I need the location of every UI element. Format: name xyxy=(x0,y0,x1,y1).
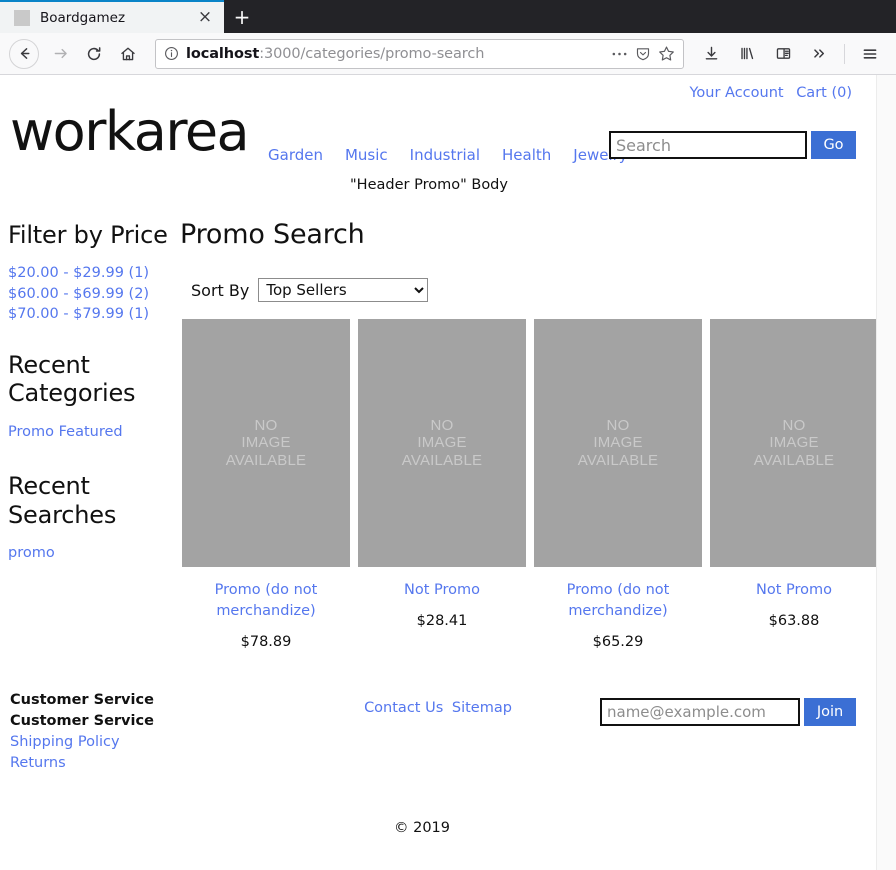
email-field[interactable] xyxy=(600,698,800,727)
ellipsis-icon[interactable] xyxy=(611,51,628,57)
url-text[interactable]: localhost:3000/categories/promo-search xyxy=(186,46,604,62)
product-name-link[interactable]: Promo (do not merchandize) xyxy=(534,580,702,622)
page-viewport: Your Account Cart (0) workarea Garden Mu… xyxy=(0,75,896,870)
main-navigation: Garden Music Industrial Health Jewelry xyxy=(268,146,628,164)
product-price: $65.29 xyxy=(592,634,644,651)
page-icon xyxy=(14,9,30,26)
product-name-link[interactable]: Not Promo xyxy=(710,580,878,601)
sort-by-select[interactable]: Top Sellers xyxy=(258,278,429,302)
product-image-placeholder[interactable]: NO IMAGE AVAILABLE xyxy=(710,319,878,567)
sidebar: Filter by Price $20.00 - $29.99 (1) $60.… xyxy=(0,221,180,650)
footer-email-signup: Join xyxy=(600,698,856,727)
product-card[interactable]: NO IMAGE AVAILABLE Promo (do not merchandi… xyxy=(534,319,702,650)
toolbar-divider xyxy=(844,43,845,64)
site-footer: Customer Service Customer Service Shippi… xyxy=(0,690,876,836)
page-title: Promo Search xyxy=(180,219,365,250)
tab-title: Boardgamez xyxy=(40,9,126,26)
account-links-row: Your Account Cart (0) xyxy=(0,75,876,101)
recent-categories-list: Promo Featured xyxy=(8,422,180,443)
copyright-text: © 2019 xyxy=(393,820,450,837)
product-image-placeholder[interactable]: NO IMAGE AVAILABLE xyxy=(182,319,350,567)
nav-item-garden[interactable]: Garden xyxy=(268,146,323,164)
info-circle-icon[interactable] xyxy=(164,46,179,61)
browser-navigation-bar: localhost:3000/categories/promo-search xyxy=(0,33,896,75)
url-path: :3000/categories/promo-search xyxy=(259,45,485,62)
site-search: Go xyxy=(609,131,856,159)
footer-link-returns[interactable]: Returns xyxy=(10,753,310,774)
join-button[interactable]: Join xyxy=(804,698,856,727)
page-content: Filter by Price $20.00 - $29.99 (1) $60.… xyxy=(0,193,878,650)
nav-item-health[interactable]: Health xyxy=(502,146,551,164)
pocket-shield-icon[interactable] xyxy=(635,46,651,62)
hamburger-menu-icon[interactable] xyxy=(853,37,887,71)
product-price: $28.41 xyxy=(416,613,468,630)
no-image-available-text: NO IMAGE AVAILABLE xyxy=(225,416,307,469)
price-filter-list: $20.00 - $29.99 (1) $60.00 - $69.99 (2) … xyxy=(8,263,180,325)
url-host: localhost xyxy=(186,45,260,62)
product-price: $78.89 xyxy=(240,634,292,651)
price-filter-item[interactable]: $70.00 - $79.99 (1) xyxy=(8,304,180,325)
library-icon[interactable] xyxy=(730,37,764,71)
cart-link[interactable]: Cart (0) xyxy=(796,85,852,101)
back-arrow-icon[interactable] xyxy=(9,38,39,69)
product-name-link[interactable]: Not Promo xyxy=(358,580,526,601)
recent-search-item[interactable]: promo xyxy=(8,543,180,564)
search-input[interactable] xyxy=(609,131,807,159)
sidebar-panel-icon[interactable] xyxy=(766,37,800,71)
recent-category-item[interactable]: Promo Featured xyxy=(8,422,180,443)
filter-by-price-heading: Filter by Price xyxy=(8,221,168,249)
forward-arrow-icon xyxy=(43,37,77,71)
product-name-link[interactable]: Promo (do not merchandize) xyxy=(182,580,350,622)
browser-chrome: Boardgamez × + localhost:3000/categories… xyxy=(0,0,896,75)
your-account-link[interactable]: Your Account xyxy=(689,85,783,101)
recent-searches-list: promo xyxy=(8,543,180,564)
double-chevron-icon[interactable] xyxy=(802,37,836,71)
site-logo[interactable]: workarea xyxy=(10,101,250,159)
home-icon[interactable] xyxy=(111,37,145,71)
no-image-available-text: NO IMAGE AVAILABLE xyxy=(577,416,659,469)
url-bar[interactable]: localhost:3000/categories/promo-search xyxy=(155,38,684,69)
new-tab-button[interactable]: + xyxy=(224,0,260,33)
sort-by-label: Sort By xyxy=(191,280,250,300)
download-icon[interactable] xyxy=(694,37,728,71)
recent-categories-heading: Recent Categories xyxy=(8,351,136,408)
product-card[interactable]: NO IMAGE AVAILABLE Not Promo $28.41 xyxy=(358,319,526,650)
product-card[interactable]: NO IMAGE AVAILABLE Promo (do not merchandi… xyxy=(182,319,350,650)
site-header: workarea Garden Music Industrial Health … xyxy=(0,101,876,173)
recent-searches-heading: Recent Searches xyxy=(8,472,117,529)
web-page: Your Account Cart (0) workarea Garden Mu… xyxy=(0,75,878,836)
product-grid: NO IMAGE AVAILABLE Promo (do not merchandi… xyxy=(180,319,878,650)
search-go-button[interactable]: Go xyxy=(811,131,856,159)
reload-icon[interactable] xyxy=(77,37,111,71)
sort-controls: Sort By Top Sellers xyxy=(191,278,878,302)
footer-link-contact-us[interactable]: Contact Us xyxy=(364,700,443,716)
browser-toolbar-actions xyxy=(692,37,887,71)
price-filter-item[interactable]: $60.00 - $69.99 (2) xyxy=(8,284,180,305)
main-column: Promo Search Sort By Top Sellers NO IMAGE… xyxy=(180,221,878,650)
no-image-available-text: NO IMAGE AVAILABLE xyxy=(401,416,483,469)
header-promo-body: "Header Promo" Body xyxy=(350,177,508,193)
browser-tab-boardgamez[interactable]: Boardgamez × xyxy=(0,0,224,33)
footer-link-sitemap[interactable]: Sitemap xyxy=(452,700,512,716)
nav-item-industrial[interactable]: Industrial xyxy=(410,146,480,164)
price-filter-item[interactable]: $20.00 - $29.99 (1) xyxy=(8,263,180,284)
product-price: $63.88 xyxy=(768,613,820,630)
product-card[interactable]: NO IMAGE AVAILABLE Not Promo $63.88 xyxy=(710,319,878,650)
product-image-placeholder[interactable]: NO IMAGE AVAILABLE xyxy=(358,319,526,567)
nav-item-music[interactable]: Music xyxy=(345,146,388,164)
product-image-placeholder[interactable]: NO IMAGE AVAILABLE xyxy=(534,319,702,567)
page-scrollbar[interactable] xyxy=(876,75,896,870)
close-icon[interactable]: × xyxy=(194,7,216,29)
tab-strip: Boardgamez × + xyxy=(0,0,896,33)
no-image-available-text: NO IMAGE AVAILABLE xyxy=(753,416,835,469)
footer-link-shipping-policy[interactable]: Shipping Policy xyxy=(10,732,310,753)
star-icon[interactable] xyxy=(658,45,675,62)
